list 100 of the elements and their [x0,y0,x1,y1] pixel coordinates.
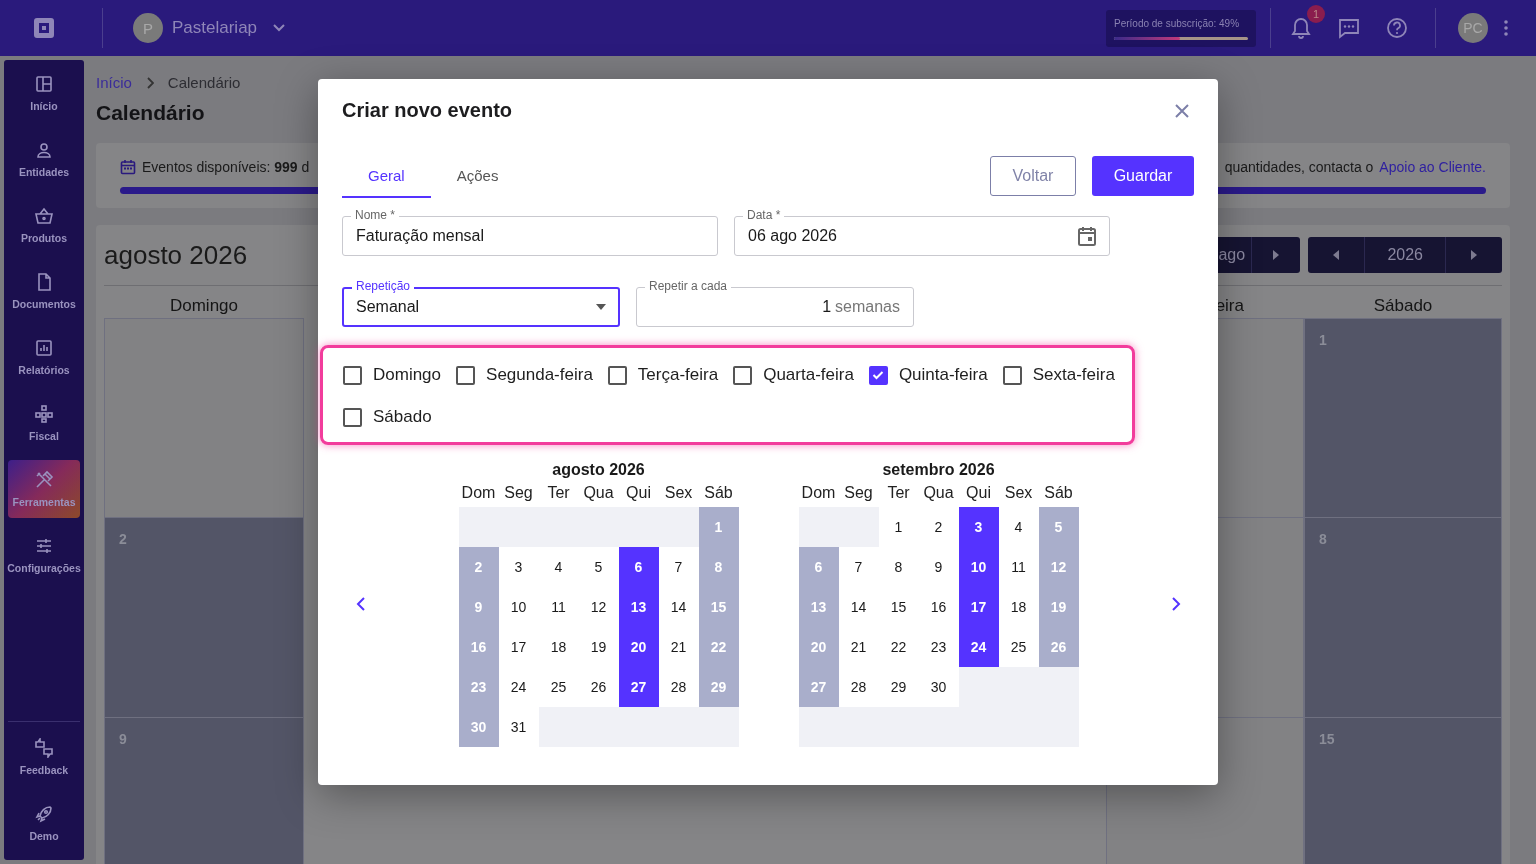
chevron-down-icon[interactable] [272,23,287,33]
calendar-day-cell[interactable] [104,318,304,518]
checkbox[interactable] [343,365,362,385]
weekday-checkbox[interactable]: Sábado [343,408,432,426]
weekday-label: Qui [965,483,992,503]
caret-right-icon [1273,250,1280,260]
sidebar-item[interactable]: Entidades [8,130,80,188]
sliders-icon [34,536,54,556]
support-text: quantidades, contacta o [1224,159,1374,175]
chat-icon[interactable] [1338,17,1360,39]
page-title: Calendário [96,101,205,125]
weekday-label: Qua [922,483,955,503]
logo-icon[interactable] [32,16,56,40]
month-title: agosto 2026 [551,461,646,479]
calendar-day[interactable]: 6 [618,547,659,587]
sidebar-item[interactable]: Relatórios [8,328,80,386]
month-title: setembro 2026 [881,461,996,479]
company-name[interactable]: Pastelariap [172,18,258,38]
sidebar-item[interactable]: Produtos [8,196,80,254]
calendar-title: agosto 2026 [104,239,248,271]
calendar-day[interactable] [698,707,739,747]
field-label: Repetir a cada [645,279,732,293]
calendar-day[interactable]: 24 [958,627,999,667]
weekday-label: Ter [546,483,571,503]
close-icon[interactable] [1174,102,1190,119]
calendar-day[interactable]: 20 [618,627,659,667]
chart-icon [34,338,54,358]
weekday-checkbox[interactable]: Terça-feira [607,366,719,384]
dialog-title: Criar novo evento [342,99,513,122]
checkbox[interactable] [343,407,362,427]
calendar-day[interactable]: 27 [618,667,659,707]
calendar-day[interactable] [798,507,839,547]
dropdown-caret-icon [596,304,606,310]
day-number: 8 [1319,531,1327,547]
sidebar-item[interactable]: Início [8,64,80,122]
back-button[interactable]: Voltar [990,156,1076,196]
day-number: 2 [119,531,127,547]
weekday-label: Sex [1003,483,1034,503]
year-label: 2026 [1364,237,1446,273]
tab[interactable]: Ações [430,154,525,198]
events-available-text: Eventos disponíveis: 999 d [142,159,310,175]
field-label: Nome * [351,208,399,222]
calendar-day[interactable] [798,707,839,747]
save-button[interactable]: Guardar [1092,156,1194,196]
weekday-label: Qua [582,483,615,503]
rocket-icon [34,804,54,824]
weekday-checkbox[interactable]: Quarta-feira [733,366,854,384]
help-icon[interactable] [1386,17,1408,39]
calendar-day[interactable] [458,507,499,547]
caret-right-icon [1471,250,1477,260]
tab[interactable]: Geral [342,154,431,198]
calendar-day[interactable] [658,507,699,547]
day-number: 1 [1319,332,1327,348]
subscription-label: Período de subscrição: 49% [1114,17,1241,29]
thumbs-icon [34,738,54,758]
weekday-label: Qui [625,483,652,503]
checkbox[interactable] [456,365,476,385]
weekday-checkbox[interactable]: Quinta-feira [868,366,988,384]
checkbox[interactable] [733,365,753,385]
weekday-label: Dom [460,483,497,503]
field-label: Repetição [352,279,415,293]
calendar-icon[interactable] [1078,226,1096,246]
calendar-day[interactable]: 17 [958,587,999,627]
checkbox[interactable] [868,365,888,385]
more-icon[interactable] [1504,20,1508,36]
day-number: 15 [1319,731,1335,747]
sidebar-item[interactable]: Configurações [8,526,80,584]
weekday-checkbox[interactable]: Segunda-feira [456,366,593,384]
weekday-checkbox[interactable]: Sexta-feira [1002,366,1115,384]
calendar-day[interactable]: 13 [618,587,659,627]
bell-icon[interactable] [1291,17,1311,39]
sidebar-item[interactable]: Feedback [8,728,80,786]
weekday-label: Dom [800,483,837,503]
sidebar-item[interactable]: Documentos [8,262,80,320]
calendar-icon [120,159,136,175]
weekday-label: Sex [663,483,694,503]
chevron-left-icon[interactable] [356,597,366,611]
day-number: 9 [119,731,127,747]
calendar-day[interactable]: 3 [958,507,999,547]
checkbox[interactable] [607,365,627,385]
weekday-header: Sábado [1373,296,1433,316]
basket-icon [34,206,54,226]
breadcrumb-current: Calendário [167,74,241,91]
weekday-label: Sáb [703,483,734,503]
checkbox[interactable] [1002,365,1022,385]
calendar-day[interactable] [838,507,879,547]
layout-icon [34,74,54,94]
caret-left-icon [1333,250,1340,260]
field-label: Data * [743,208,785,222]
notification-badge: 1 [1307,5,1325,23]
calendar-day[interactable]: 10 [958,547,999,587]
weekday-label: Sáb [1043,483,1074,503]
sidebar-item[interactable]: Fiscal [8,394,80,452]
weekday-label: Seg [843,483,874,503]
weekday-label: Seg [503,483,534,503]
chevron-right-icon[interactable] [1171,597,1181,611]
tools-icon [34,470,54,490]
hierarchy-icon [34,404,54,424]
weekday-checkbox[interactable]: Domingo [343,366,442,384]
sidebar-item[interactable]: Demo [8,794,80,852]
